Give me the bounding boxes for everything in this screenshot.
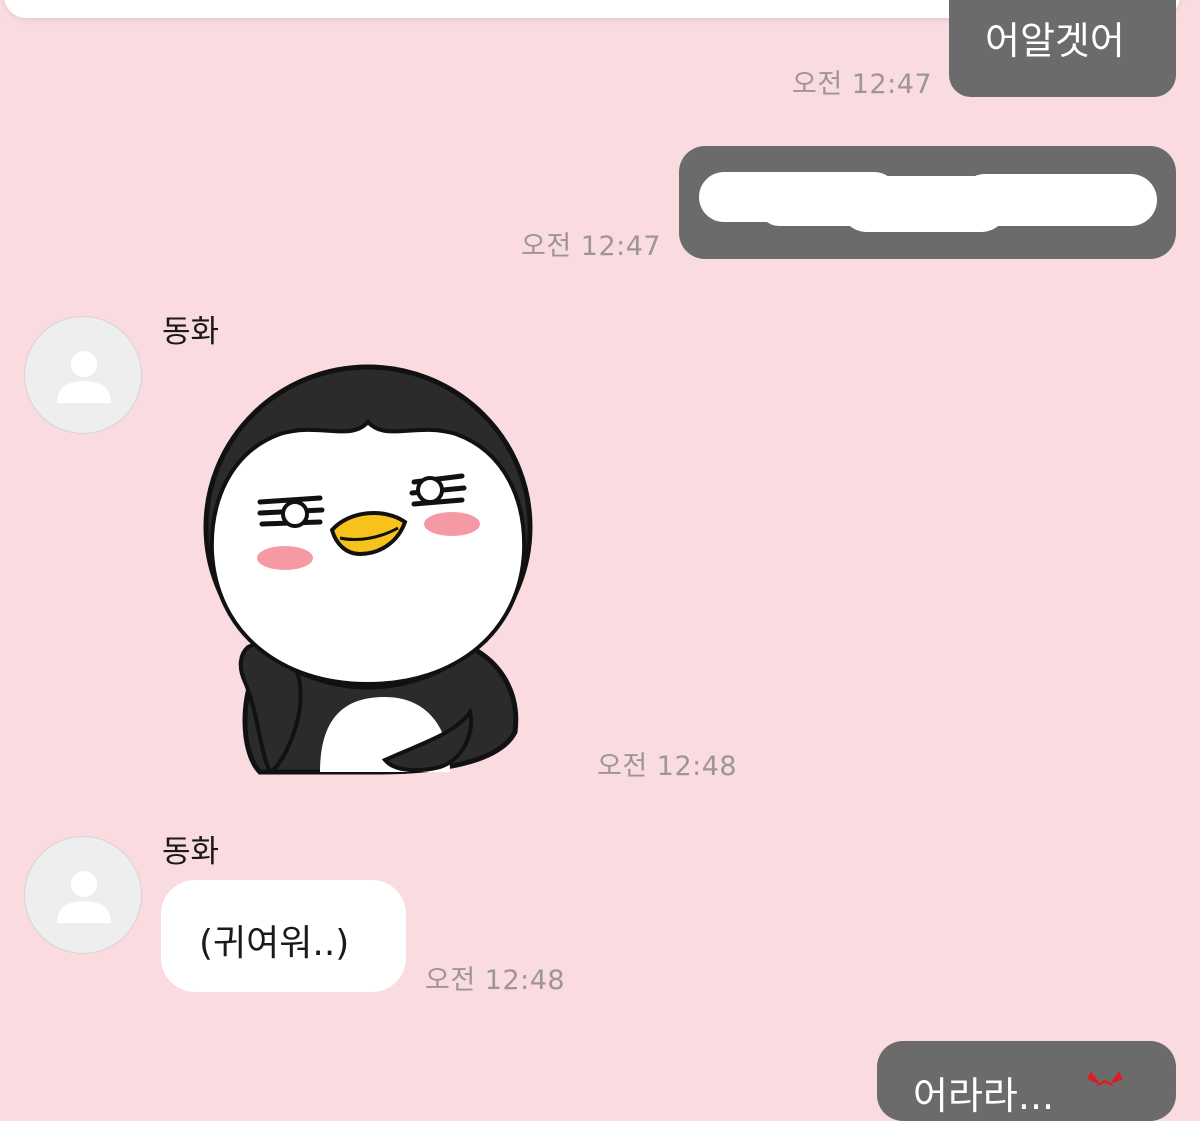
message-timestamp: 오전 12:48 xyxy=(597,751,738,782)
penguin-sticker-image xyxy=(203,364,533,775)
penguin-sticker[interactable] xyxy=(200,362,540,782)
outgoing-message-bubble[interactable]: 어알겟어 xyxy=(949,0,1176,97)
redaction-scribble xyxy=(699,172,1157,234)
sender-name: 동화 xyxy=(162,314,220,350)
default-person-icon xyxy=(57,351,111,403)
message-text: 어라라... xyxy=(913,1074,1055,1118)
default-person-icon xyxy=(57,871,111,923)
message-text: (귀여워..) xyxy=(199,923,350,964)
sender-avatar[interactable] xyxy=(24,836,142,954)
message-timestamp: 오전 12:47 xyxy=(521,231,662,262)
incoming-message-bubble[interactable]: (귀여워..) xyxy=(161,880,406,992)
sender-avatar[interactable] xyxy=(24,316,142,434)
angry-emoji-icon xyxy=(1087,1071,1123,1087)
sender-name: 동화 xyxy=(162,834,220,870)
outgoing-message-bubble[interactable]: 어라라... xyxy=(877,1041,1176,1121)
outgoing-message-bubble[interactable] xyxy=(679,146,1176,259)
message-timestamp: 오전 12:48 xyxy=(425,965,566,996)
message-text: 어알겟어 xyxy=(985,19,1125,63)
message-timestamp: 오전 12:47 xyxy=(792,69,933,100)
